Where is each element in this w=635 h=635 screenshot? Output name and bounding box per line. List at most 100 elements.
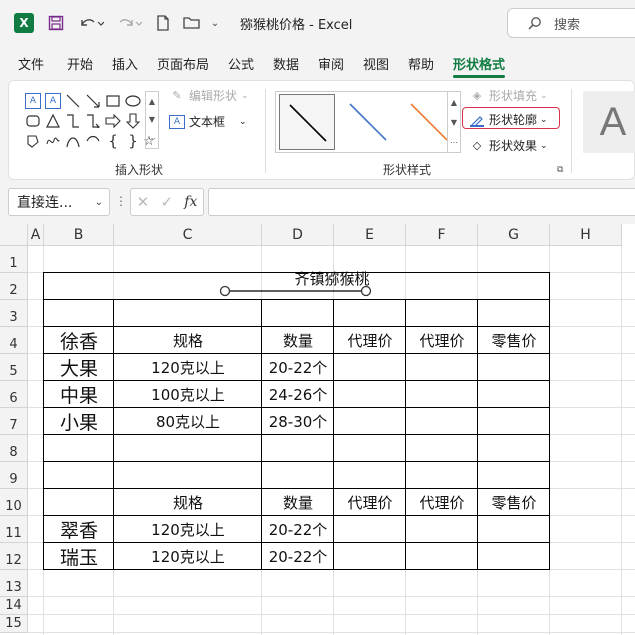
table-border (405, 299, 406, 569)
tab-data[interactable]: 数据 (273, 54, 299, 73)
row-header-11[interactable]: 11 (0, 516, 28, 543)
textbox-shape-icon[interactable]: A (25, 93, 41, 109)
column-header-h[interactable]: H (550, 224, 622, 246)
row-header-8[interactable]: 8 (0, 435, 28, 462)
row-header-2[interactable]: 2 (0, 273, 28, 300)
right-arrow-shape-icon[interactable] (105, 113, 121, 129)
elbow-arrow-shape-icon[interactable] (85, 113, 101, 129)
row-header-13[interactable]: 13 (0, 570, 28, 597)
styles-gallery-scroll[interactable]: ▲ ▼ ⋯ (447, 91, 461, 153)
column-header-e[interactable]: E (334, 224, 406, 246)
freeform-shape-icon[interactable] (25, 133, 41, 149)
down-arrow-shape-icon[interactable] (125, 113, 141, 129)
spreadsheet-grid[interactable]: A B C D E F G H 1 2 3 4 5 6 7 8 9 10 11 12 13 14 15 齐镇猕猴桃 徐香 规格 数量… (0, 224, 635, 635)
arrow-line-shape-icon[interactable] (85, 93, 101, 109)
row-header-9[interactable]: 9 (0, 462, 28, 489)
chevron-down-icon: ⌄ (94, 196, 103, 208)
scribble-shape-icon[interactable] (45, 133, 61, 149)
title-bar: X ⌄ 猕猴桃价格 - Excel 搜索 (0, 0, 635, 46)
row-header-15[interactable]: 15 (0, 615, 28, 633)
shapes-gallery-scroll[interactable]: ▲ ▼ ⋯ (145, 91, 159, 149)
data-cell: 大果 (59, 358, 98, 380)
row-header-12[interactable]: 12 (0, 543, 28, 570)
column-header-g[interactable]: G (478, 224, 550, 246)
tab-file[interactable]: 文件 (18, 54, 44, 73)
undo-icon[interactable] (76, 13, 106, 33)
row-header-10[interactable]: 10 (0, 489, 28, 516)
style-black-line[interactable] (279, 94, 335, 150)
tab-view[interactable]: 视图 (363, 54, 389, 73)
wordart-style-preview[interactable]: A (583, 91, 635, 153)
elbow-connector-shape-icon[interactable] (65, 113, 81, 129)
customize-toolbar-icon[interactable]: ⌄ (208, 13, 222, 33)
rounded-rect-shape-icon[interactable] (25, 113, 41, 129)
name-box[interactable]: 直接连... ⌄ (8, 188, 110, 216)
tab-home[interactable]: 开始 (67, 54, 93, 73)
row-header-7[interactable]: 7 (0, 408, 28, 435)
vertical-textbox-shape-icon[interactable]: A (45, 93, 61, 109)
line-shape-icon[interactable] (65, 93, 81, 109)
shape-effects-button[interactable]: ◇ 形状效果 ⌄ (469, 137, 548, 154)
search-input[interactable]: 搜索 (507, 8, 635, 38)
shape-outline-label: 形状轮廓 (489, 113, 538, 127)
select-all-corner[interactable] (0, 224, 28, 246)
gridline (28, 632, 635, 633)
data-cell: 20-22个 (268, 548, 328, 566)
column-header-a[interactable]: A (28, 224, 44, 246)
header-cell: 数量 (282, 494, 313, 512)
tab-shape-format[interactable]: 形状格式 (453, 54, 506, 78)
textbox-button[interactable]: A 文本框 ⌄ (169, 113, 247, 130)
oval-shape-icon[interactable] (125, 93, 141, 109)
tab-page-layout[interactable]: 页面布局 (157, 54, 209, 73)
table-border (43, 488, 550, 489)
shape-fill-button[interactable]: ◈ 形状填充 ⌄ (469, 87, 548, 104)
column-header-c[interactable]: C (114, 224, 262, 246)
arc-shape-icon[interactable] (85, 133, 101, 149)
tab-help[interactable]: 帮助 (408, 54, 434, 73)
cancel-icon[interactable]: ✕ (137, 193, 150, 211)
left-brace-shape-icon[interactable]: { (105, 132, 121, 150)
column-header-b[interactable]: B (44, 224, 114, 246)
triangle-shape-icon[interactable] (45, 113, 61, 129)
table-border (261, 299, 262, 569)
row-header-6[interactable]: 6 (0, 381, 28, 408)
header-cell: 徐香 (59, 331, 98, 353)
column-header-f[interactable]: F (406, 224, 478, 246)
formula-bar: 直接连... ⌄ ⋮ ✕ ✓ fx (0, 186, 635, 218)
tab-formulas[interactable]: 公式 (228, 54, 254, 73)
tab-review[interactable]: 审阅 (318, 54, 344, 73)
rectangle-shape-icon[interactable] (105, 93, 121, 109)
open-folder-icon[interactable] (182, 13, 202, 33)
textbox-icon: A (169, 114, 185, 129)
style-blue-line[interactable] (340, 94, 396, 150)
row-header-14[interactable]: 14 (0, 597, 28, 615)
header-cell: 零售价 (491, 332, 537, 350)
curve-shape-icon[interactable] (65, 133, 81, 149)
tab-insert[interactable]: 插入 (112, 54, 138, 73)
paint-bucket-icon: ◈ (472, 89, 482, 102)
row-header-3[interactable]: 3 (0, 300, 28, 327)
formula-input[interactable] (208, 188, 635, 216)
new-file-icon[interactable] (154, 13, 172, 33)
redo-icon[interactable] (114, 13, 144, 33)
column-header-d[interactable]: D (262, 224, 334, 246)
more-options-icon[interactable]: ⋮ (115, 194, 127, 208)
shape-outline-content: 形状轮廓 ⌄ (469, 111, 548, 128)
row-header-5[interactable]: 5 (0, 354, 28, 381)
row-header-4[interactable]: 4 (0, 327, 28, 354)
gridline (621, 246, 622, 635)
connector-line-shape[interactable] (218, 284, 378, 298)
save-icon[interactable] (46, 13, 66, 33)
edit-shape-icon: ✎ (172, 89, 182, 102)
table-border (43, 542, 550, 543)
row-header-1[interactable]: 1 (0, 246, 28, 273)
data-cell: 120克以上 (151, 521, 225, 539)
insert-function-icon[interactable]: fx (184, 194, 197, 210)
data-cell: 中果 (59, 385, 98, 407)
header-cell: 代理价 (419, 494, 465, 512)
confirm-icon[interactable]: ✓ (160, 193, 173, 211)
edit-shape-button[interactable]: ✎ 编辑形状 ⌄ (169, 87, 248, 104)
right-brace-shape-icon[interactable]: } (125, 132, 141, 150)
shape-styles-group-label: 形状样式 (383, 163, 432, 177)
dialog-launcher-icon[interactable]: ⧉ (557, 165, 563, 175)
